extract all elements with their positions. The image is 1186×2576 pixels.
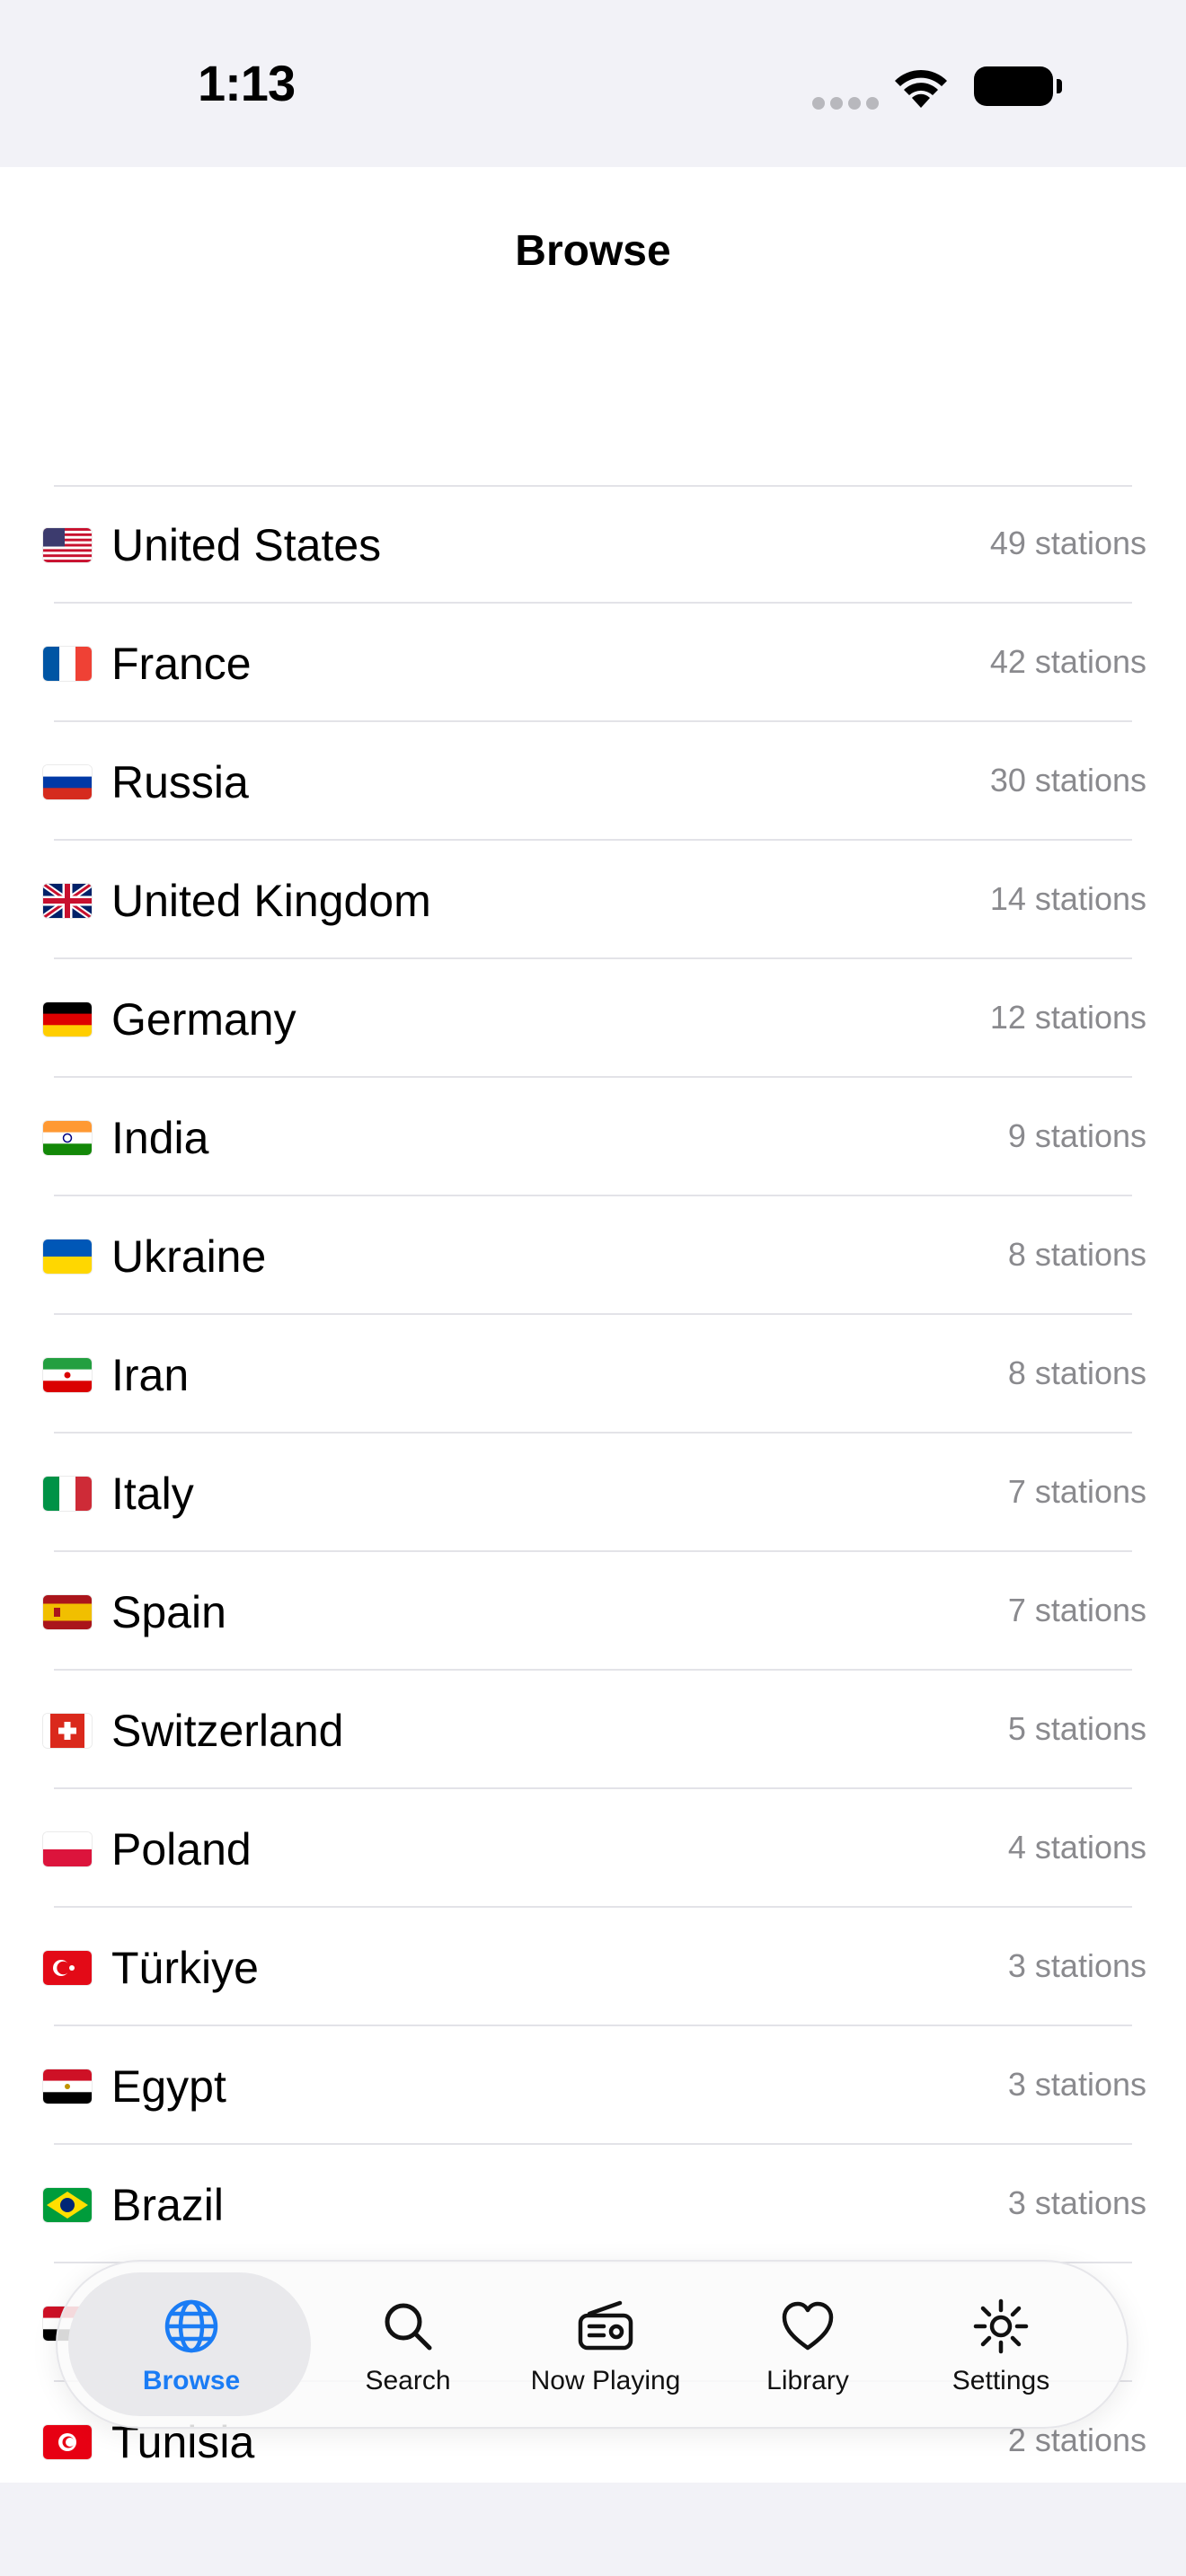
country-row[interactable]: Spain 7 stations: [0, 1552, 1186, 1671]
tab-now-playing[interactable]: Now Playing: [498, 2262, 713, 2427]
in-flag-icon: [43, 1121, 92, 1155]
tn-flag-icon: [43, 2425, 92, 2459]
country-name: Ukraine: [111, 1231, 267, 1282]
ch-flag-icon: [43, 1714, 92, 1748]
tab-library[interactable]: Library: [722, 2262, 893, 2427]
us-flag-icon: [43, 528, 92, 562]
heart-icon: [782, 2301, 834, 2351]
page-title: Browse: [515, 227, 671, 275]
station-count: 9 stations: [1007, 1117, 1146, 1154]
station-count: 3 stations: [1007, 1947, 1146, 1984]
country-name: Türkiye: [111, 1943, 259, 1993]
tab-settings[interactable]: Settings: [902, 2262, 1100, 2427]
country-row[interactable]: Germany 12 stations: [0, 959, 1186, 1078]
station-count: 5 stations: [1007, 1710, 1146, 1747]
country-row[interactable]: Poland 4 stations: [0, 1789, 1186, 1908]
country-name: Italy: [111, 1469, 194, 1519]
station-count: 30 stations: [989, 762, 1146, 798]
station-count: 12 stations: [989, 999, 1146, 1036]
wifi-icon: [891, 65, 951, 114]
country-name: Spain: [111, 1587, 226, 1637]
fr-flag-icon: [43, 647, 92, 681]
country-row[interactable]: Iran 8 stations: [0, 1315, 1186, 1434]
ru-flag-icon: [43, 765, 92, 799]
br-flag-icon: [43, 2188, 92, 2222]
country-name: Brazil: [111, 2180, 225, 2230]
station-count: 4 stations: [1007, 1829, 1146, 1866]
country-name: Egypt: [111, 2061, 226, 2112]
station-count: 3 stations: [1007, 2184, 1146, 2221]
tr-flag-icon: [43, 1951, 92, 1985]
country-name: Russia: [111, 757, 249, 807]
country-name: Germany: [111, 994, 296, 1045]
battery-icon: [974, 66, 1062, 106]
pl-flag-icon: [43, 1832, 92, 1866]
country-name: France: [111, 639, 252, 689]
home-indicator-area: [0, 2483, 1186, 2576]
country-row[interactable]: Ukraine 8 stations: [0, 1196, 1186, 1315]
country-name: India: [111, 1113, 209, 1163]
country-name: United Kingdom: [111, 876, 431, 926]
station-count: 14 stations: [989, 880, 1146, 917]
tab-label: Library: [766, 2366, 849, 2395]
country-row[interactable]: Egypt 3 stations: [0, 2026, 1186, 2145]
station-count: 7 stations: [1007, 1592, 1146, 1628]
country-row[interactable]: France 42 stations: [0, 604, 1186, 722]
ir-flag-icon: [43, 1358, 92, 1392]
country-name: Poland: [111, 1824, 252, 1875]
country-row[interactable]: Italy 7 stations: [0, 1434, 1186, 1552]
tab-label: Settings: [951, 2366, 1050, 2395]
country-list: United States 49 stations France 42 station…: [0, 485, 1186, 2483]
country-row[interactable]: India 9 stations: [0, 1078, 1186, 1196]
station-count: 8 stations: [1007, 1236, 1146, 1273]
eg-flag-icon: [43, 2069, 92, 2104]
country-row[interactable]: United States 49 stations: [0, 485, 1186, 604]
tab-label: Browse: [142, 2366, 241, 2395]
station-count: 3 stations: [1007, 2066, 1146, 2103]
es-flag-icon: [43, 1595, 92, 1629]
tab-label: Search: [365, 2366, 451, 2395]
radio-icon: [578, 2300, 633, 2351]
station-count: 42 stations: [989, 643, 1146, 680]
station-count: 8 stations: [1007, 1354, 1146, 1391]
country-row[interactable]: Brazil 3 stations: [0, 2145, 1186, 2263]
country-row[interactable]: Switzerland 5 stations: [0, 1671, 1186, 1789]
ua-flag-icon: [43, 1239, 92, 1274]
search-icon: [385, 2303, 432, 2351]
tab-bar: Browse Search Now Playing Library Settin…: [56, 2260, 1128, 2429]
de-flag-icon: [43, 1002, 92, 1037]
country-name: Iran: [111, 1350, 190, 1400]
gb-flag-icon: [43, 884, 92, 918]
browse-screen: Browse United States 49 stations France 42 …: [0, 167, 1186, 2483]
tab-browse[interactable]: Browse: [72, 2262, 311, 2427]
cellular-signal-icon: [812, 97, 879, 110]
country-name: United States: [111, 520, 382, 570]
station-count: 49 stations: [989, 525, 1146, 561]
status-bar: 1:13: [0, 0, 1186, 167]
country-name: Switzerland: [111, 1706, 344, 1756]
globe-icon: [164, 2299, 218, 2353]
status-time: 1:13: [198, 55, 296, 111]
it-flag-icon: [43, 1477, 92, 1511]
station-count: 7 stations: [1007, 1473, 1146, 1510]
tab-search[interactable]: Search: [327, 2262, 489, 2427]
country-row[interactable]: United Kingdom 14 stations: [0, 841, 1186, 959]
tab-label: Now Playing: [530, 2366, 681, 2395]
country-row[interactable]: Russia 30 stations: [0, 722, 1186, 841]
gear-icon: [973, 2298, 1029, 2354]
country-row[interactable]: Türkiye 3 stations: [0, 1908, 1186, 2026]
